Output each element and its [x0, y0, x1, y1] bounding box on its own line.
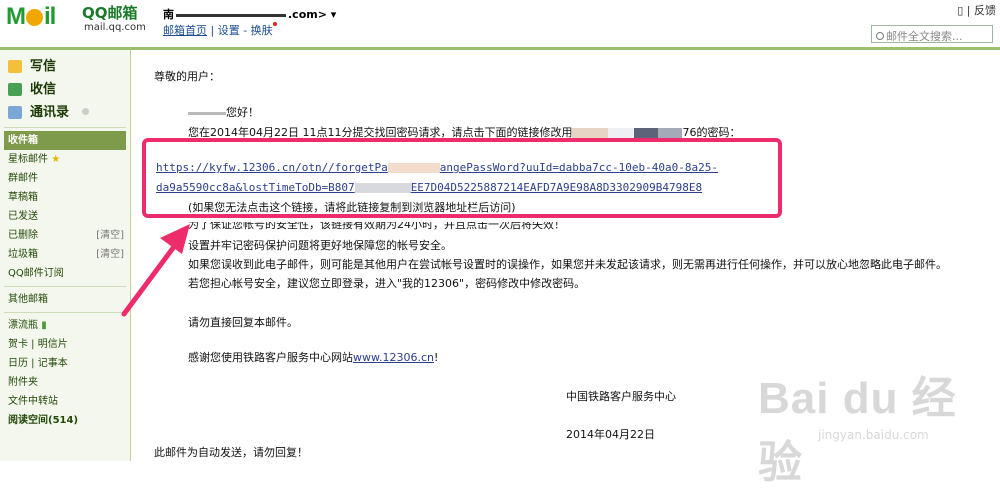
top-bar: Mil QQ邮箱 mail.qq.com 南 .com> ▾ 邮箱首页 | 设置 … [0, 0, 1000, 46]
auto-send-note: 此邮件为自动发送，请勿回复！ [154, 446, 308, 459]
greeting-line: 您好！ [188, 104, 259, 120]
sidebar-item-deleted[interactable]: 已删除 [清空] [0, 226, 130, 245]
sidebar-item-file-transfer[interactable]: 文件中转站 [0, 392, 130, 411]
search-placeholder: 邮件全文搜索... [886, 30, 963, 43]
sidebar-item-spam[interactable]: 垃圾箱 [清空] [0, 245, 130, 264]
receive-button[interactable]: 收信 [0, 78, 130, 101]
mailbox-home-link[interactable]: 邮箱首页 [163, 24, 207, 37]
sidebar-item-label: 文件中转站 [8, 396, 58, 407]
watermark-sub: jingyan.baidu.com [818, 428, 929, 442]
write-button[interactable]: 写信 [0, 55, 130, 78]
greeting-text: 您好！ [226, 106, 259, 119]
header-divider [0, 47, 1000, 50]
sidebar: 写信 收信 通讯录 收件箱 星标邮件 ★ 群邮件 草稿箱 已发送 已删除 [清空]… [0, 50, 131, 461]
highlight-box [142, 138, 782, 218]
signature-date: 2014年04月22日 [566, 428, 655, 441]
sidebar-item-label: 日历 | 记事本 [8, 358, 68, 369]
sidebar-item-label: 垃圾箱 [8, 249, 38, 260]
receive-label: 收信 [30, 82, 57, 97]
search-input[interactable]: 邮件全文搜索... [871, 25, 993, 43]
redacted-account-4 [658, 128, 683, 138]
redacted-account-3 [634, 128, 659, 138]
validity-note-obscured: 为了保证您帐号的安全性，该链接有效期为24小时，并且点击一次后将失效！ [188, 218, 565, 231]
qq-mail-logo[interactable]: Mil [6, 3, 56, 30]
contacts-icon [8, 106, 22, 119]
sidebar-item-label: 已删除 [8, 230, 38, 241]
sidebar-item-label: 草稿箱 [8, 192, 38, 203]
sidebar-item-subscriptions[interactable]: QQ邮件订阅 [0, 264, 130, 283]
thanks-line: 感谢您使用铁路客户服务中心网站www.12306.cn! [188, 349, 438, 365]
sidebar-item-sent[interactable]: 已发送 [0, 207, 130, 226]
website-link[interactable]: www.12306.cn [353, 351, 434, 364]
sidebar-item-reading-space[interactable]: 阅读空间(514) [0, 411, 130, 430]
contacts-label: 通讯录 [30, 105, 70, 120]
sidebar-item-group-mail[interactable]: 群邮件 [0, 169, 130, 188]
sidebar-item-label: 星标邮件 [8, 154, 48, 165]
sidebar-item-label: 群邮件 [8, 173, 38, 184]
new-dot-icon [272, 22, 277, 26]
redacted-username [188, 111, 226, 115]
skin-link[interactable]: 换肤 [251, 24, 273, 37]
feedback-label: 反馈 [974, 4, 996, 17]
baidu-jingyan-watermark: Bai du 经验 jingyan.baidu.com [758, 362, 998, 487]
sidebar-item-label: 阅读空间(514) [8, 415, 79, 426]
sidebar-item-label: 其他邮箱 [8, 294, 48, 305]
brand-domain: mail.qq.com [84, 22, 146, 33]
sidebar-item-drafts[interactable]: 草稿箱 [0, 188, 130, 207]
sidebar-item-starred[interactable]: 星标邮件 ★ [0, 150, 130, 169]
thanks-suffix: ! [434, 351, 439, 364]
brand-name: QQ邮箱 [82, 4, 138, 22]
sidebar-item-inbox[interactable]: 收件箱 [4, 131, 126, 150]
sidebar-item-label: 贺卡 | 明信片 [8, 339, 68, 350]
user-account[interactable]: 南 .com> ▾ [163, 6, 336, 22]
redacted-email [176, 13, 286, 17]
account-dropdown-icon[interactable]: ▾ [327, 8, 337, 21]
search-icon [876, 32, 884, 40]
sidebar-item-label: 附件夹 [8, 377, 38, 388]
sidebar-item-other-mailbox[interactable]: 其他邮箱 [0, 290, 130, 309]
mistake-note: 如果您误收到此电子邮件，则可能是其他用户在尝试帐号设置时的误操作，如果您并未发起… [188, 258, 947, 271]
top-links: 邮箱首页 | 设置 - 换肤 [163, 22, 277, 38]
sidebar-divider [4, 286, 126, 287]
settings-link[interactable]: 设置 [218, 24, 240, 37]
sidebar-item-label: 已发送 [8, 211, 38, 222]
no-reply-note: 请勿直接回复本邮件。 [188, 316, 298, 329]
watermark-main: Bai du 经验 [758, 374, 957, 487]
logo-wordmark: Mil [6, 3, 56, 30]
sidebar-item-attachments[interactable]: 附件夹 [0, 373, 130, 392]
status-circle-icon [82, 108, 89, 115]
redacted-account-2 [608, 128, 635, 138]
redacted-account [572, 128, 609, 138]
feedback-link[interactable]: ▯ | 反馈 [957, 2, 996, 18]
pencil-icon [8, 60, 22, 73]
write-label: 写信 [30, 59, 57, 74]
sidebar-item-label: 漂流瓶 [8, 320, 38, 331]
contacts-button[interactable]: 通讯录 [0, 101, 130, 124]
salutation: 尊敬的用户： [154, 70, 220, 83]
sidebar-item-label: QQ邮件订阅 [8, 268, 64, 279]
sidebar-item-label: 收件箱 [8, 135, 38, 146]
star-icon: ★ [51, 154, 61, 165]
security-tip: 设置并牢记密码保护问题将更好地保障您的帐号安全。 [188, 239, 452, 252]
user-prefix: 南 [163, 8, 174, 21]
sidebar-item-drift-bottle[interactable]: 漂流瓶 ▮ [0, 316, 130, 335]
phone-icon: ▯ [957, 4, 964, 17]
sidebar-divider [4, 312, 126, 313]
logo-o-icon [26, 9, 43, 27]
sidebar-item-cards[interactable]: 贺卡 | 明信片 [0, 335, 130, 354]
sidebar-divider [4, 127, 126, 128]
sidebar-item-calendar[interactable]: 日历 | 记事本 [0, 354, 130, 373]
bottle-icon: ▮ [41, 320, 47, 331]
worry-note: 若您担心帐号安全，建议您立即登录，进入"我的12306"，密码修改中修改密码。 [188, 277, 586, 290]
signature: 中国铁路客户服务中心 [566, 390, 676, 403]
inbox-download-icon [8, 83, 22, 96]
thanks-text: 感谢您使用铁路客户服务中心网站 [188, 351, 353, 364]
user-suffix: .com> [288, 8, 327, 21]
